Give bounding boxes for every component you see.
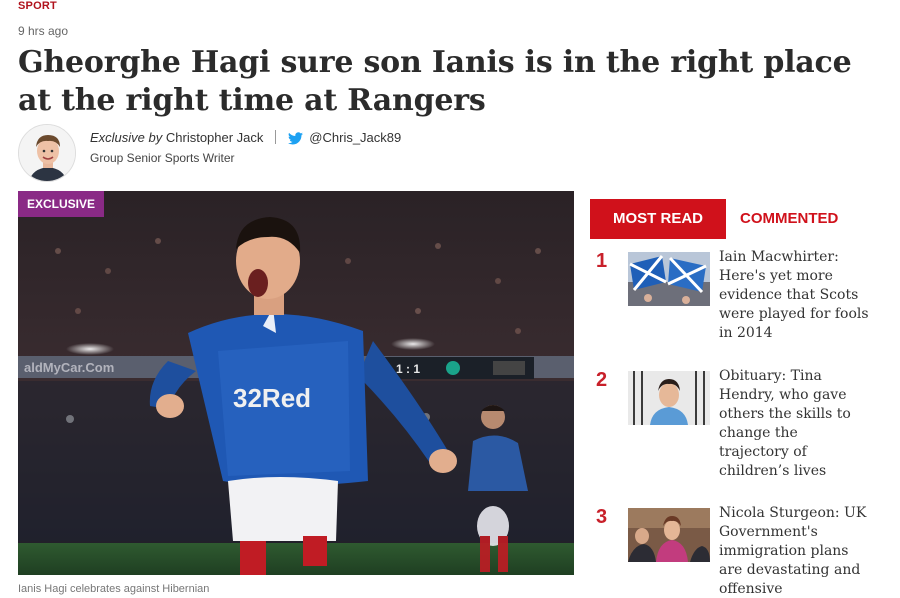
article-headline: Gheorghe Hagi sure son Ianis is in the r… xyxy=(18,45,852,118)
thumbnail-portrait[interactable] xyxy=(628,371,710,425)
twitter-handle[interactable]: @Chris_Jack89 xyxy=(309,130,401,145)
most-read-headline[interactable]: Obituary: Tina Hendry, who gave others t… xyxy=(719,367,869,481)
image-caption: Ianis Hagi celebrates against Hibernian xyxy=(18,583,210,595)
tab-commented[interactable]: COMMENTED xyxy=(740,199,850,239)
author-role: Group Senior Sports Writer xyxy=(90,151,235,165)
hero-image[interactable]: EXCLUSIVE aldMyCar.Com 1: 1 32Red xyxy=(18,191,574,575)
timestamp: 9 hrs ago xyxy=(18,24,69,38)
shirt-sponsor: 32Red xyxy=(233,383,311,413)
svg-text:aldMyCar.Com: aldMyCar.Com xyxy=(24,360,114,375)
most-read-headline[interactable]: Nicola Sturgeon: UK Government's immigra… xyxy=(719,504,869,598)
rank-number: 1 xyxy=(596,250,608,272)
thumbnail-parliament[interactable] xyxy=(628,508,710,562)
section-tag[interactable]: SPORT xyxy=(18,0,57,12)
rank-number: 3 xyxy=(596,506,608,528)
exclusive-badge: EXCLUSIVE xyxy=(18,191,105,217)
hero-photo: aldMyCar.Com 1 : 1 32Red xyxy=(18,191,574,575)
tab-most-read[interactable]: MOST READ xyxy=(590,199,726,239)
byline-line: Exclusive by Christopher Jack @Chris_Jac… xyxy=(90,130,401,148)
byline: Exclusive by Christopher Jack @Chris_Jac… xyxy=(18,124,618,182)
scoreboard: 1 : 1 xyxy=(396,362,420,376)
most-read-headline[interactable]: Iain Macwhirter: Here's yet more evidenc… xyxy=(719,248,869,343)
byline-prefix: Exclusive by xyxy=(90,130,163,145)
sidebar-tabs: MOST READ COMMENTED xyxy=(590,199,870,239)
byline-divider xyxy=(275,130,277,144)
twitter-icon[interactable] xyxy=(287,132,303,148)
thumbnail-saltire-flags[interactable] xyxy=(628,252,710,306)
author-avatar[interactable] xyxy=(18,124,76,182)
rank-number: 2 xyxy=(596,369,608,391)
author-name[interactable]: Christopher Jack xyxy=(166,130,264,145)
